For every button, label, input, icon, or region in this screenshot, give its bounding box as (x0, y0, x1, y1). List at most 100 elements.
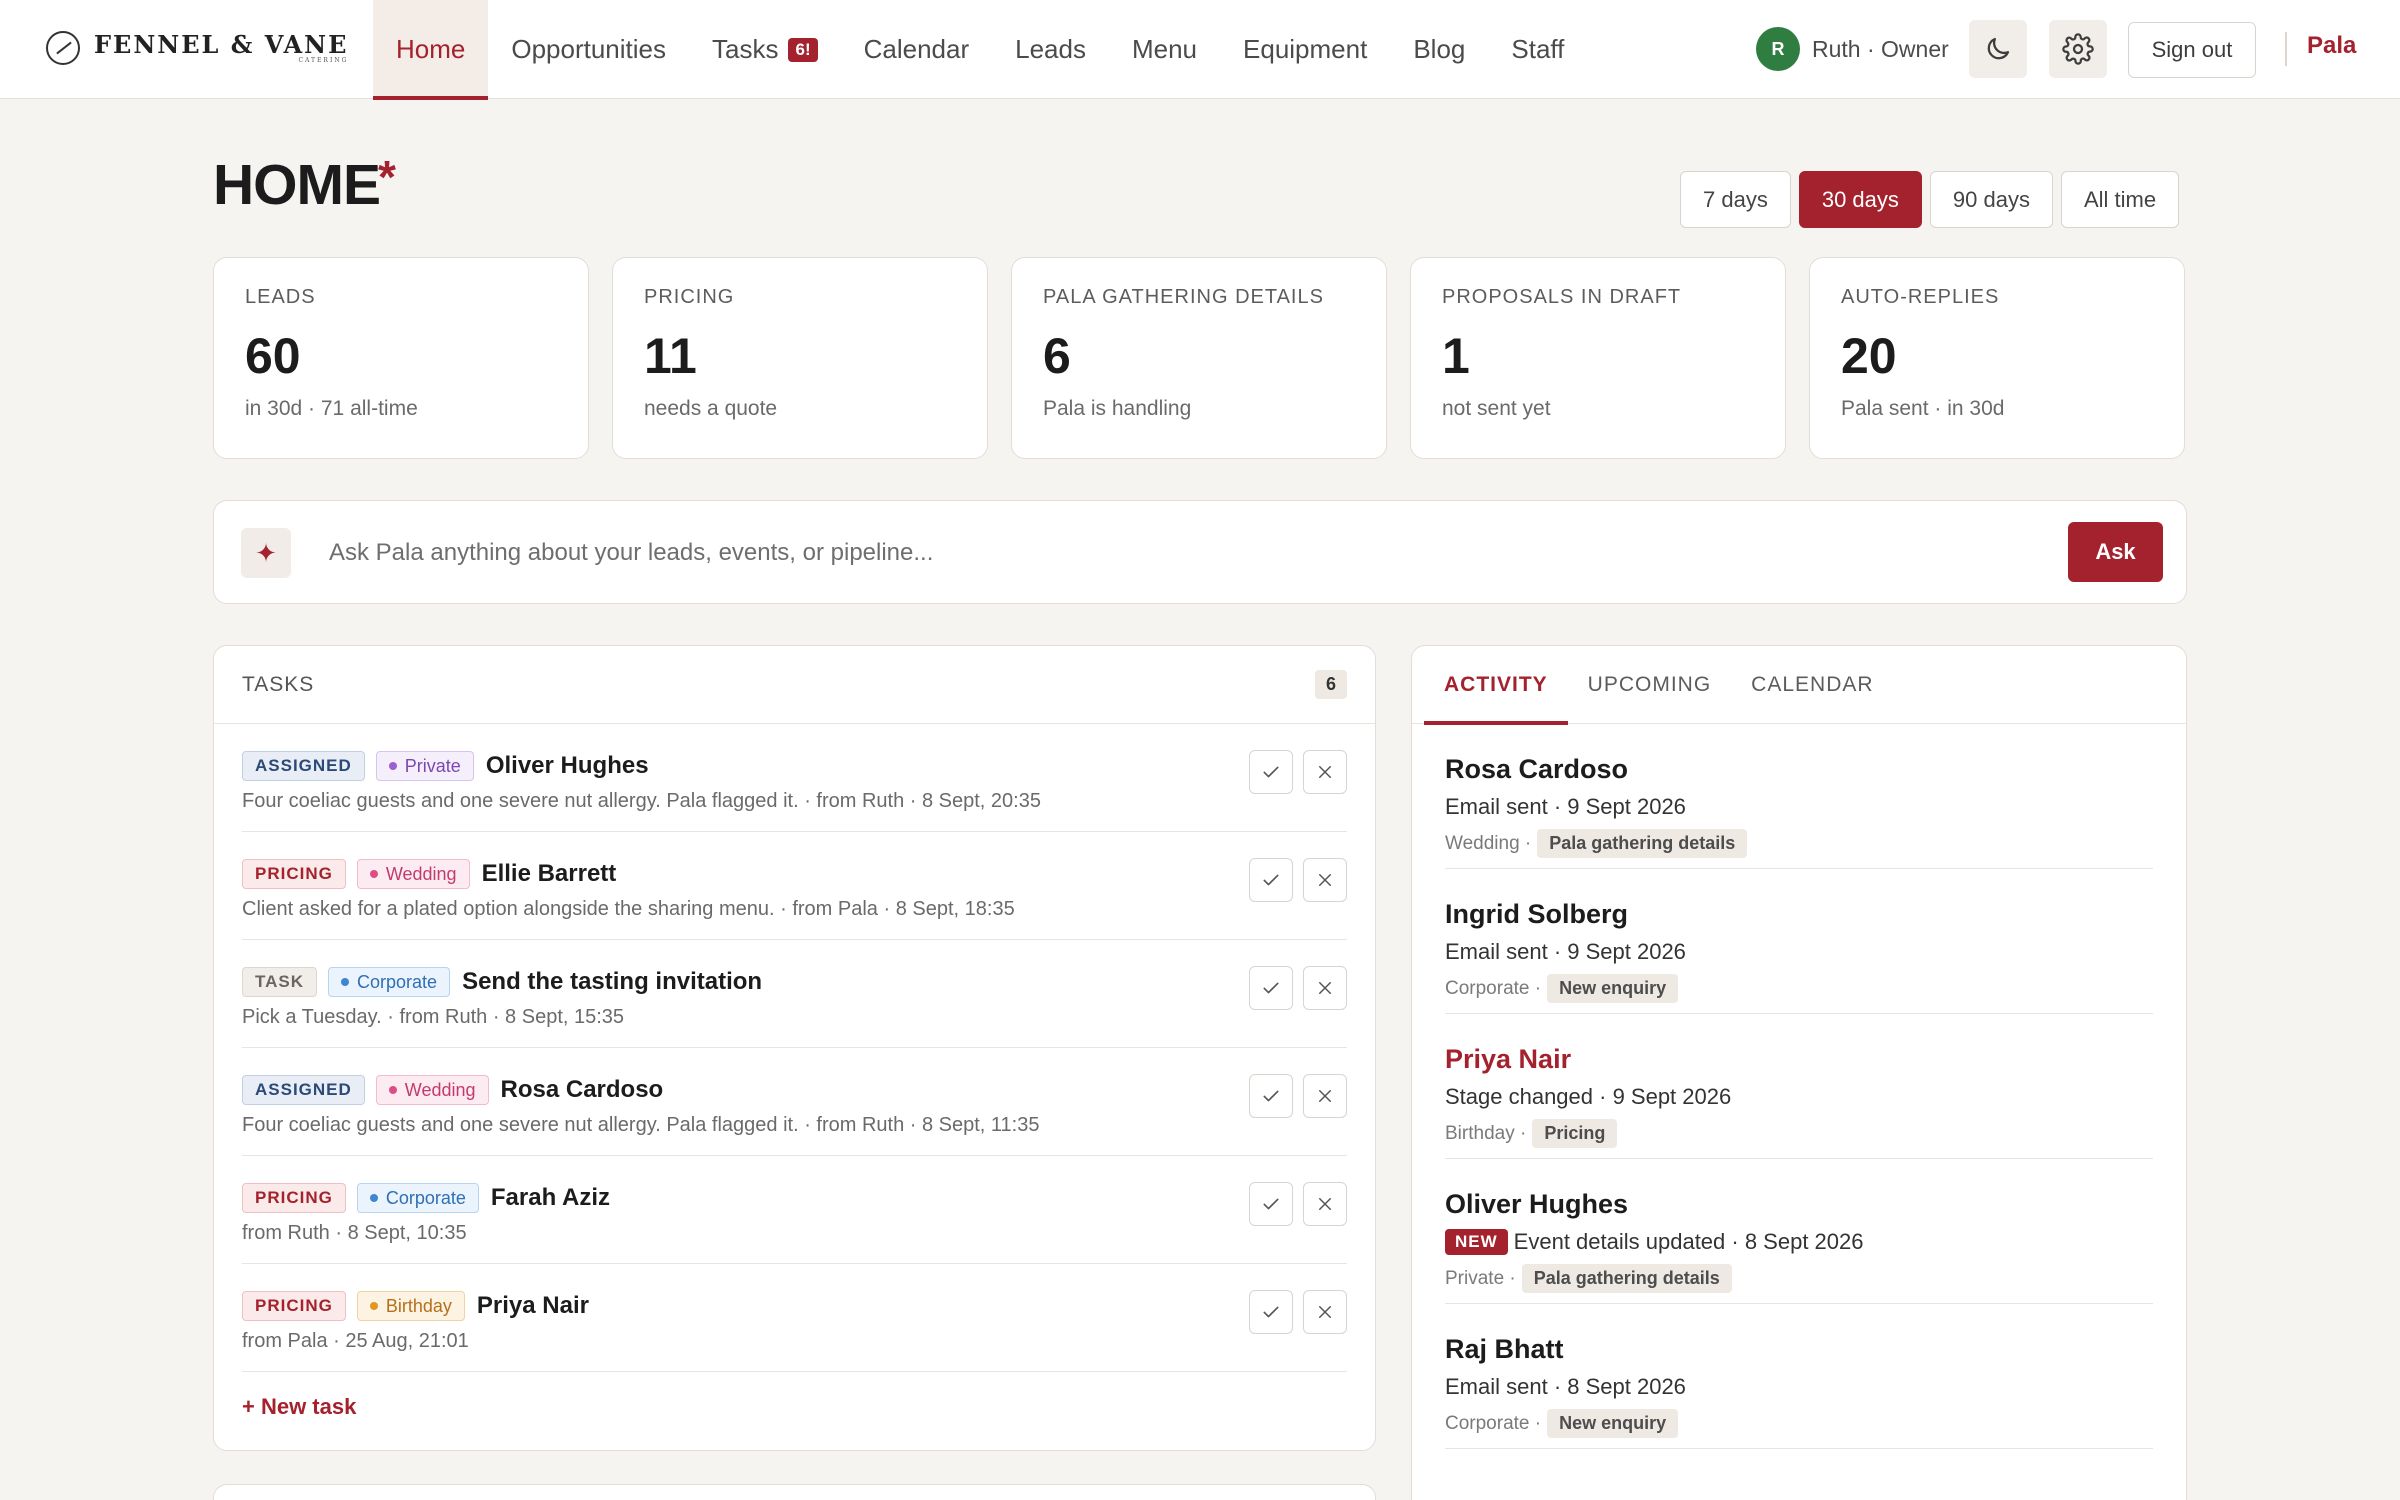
task-description: Client asked for a plated option alongsi… (242, 898, 1015, 920)
task-actions (1249, 750, 1347, 794)
stat-card-pala-gathering-details[interactable]: PALA GATHERING DETAILS 6 Pala is handling (1011, 257, 1387, 459)
nav-item-tasks[interactable]: Tasks 6! (689, 0, 841, 99)
pala-link[interactable]: Pala (2307, 32, 2356, 60)
tab-activity[interactable]: ACTIVITY (1424, 646, 1568, 725)
user-label: Ruth · Owner (1812, 35, 1949, 62)
nav-item-label: Equipment (1243, 34, 1368, 64)
range-button-30-days[interactable]: 30 days (1798, 171, 1922, 228)
complete-task-button[interactable] (1249, 1074, 1293, 1118)
activity-item[interactable]: Oliver Hughes NEW Event details updated · … (1445, 1159, 2153, 1304)
nav-item-label: Blog (1413, 34, 1466, 64)
close-icon (1319, 766, 1331, 778)
dismiss-task-button[interactable] (1303, 966, 1347, 1010)
complete-task-button[interactable] (1249, 966, 1293, 1010)
task-row[interactable]: ASSIGNED Wedding Rosa Cardoso Four coeliac … (242, 1048, 1347, 1156)
check-icon (1263, 982, 1279, 994)
complete-task-button[interactable] (1249, 858, 1293, 902)
stage-chip: New enquiry (1547, 1409, 1679, 1438)
task-name[interactable]: Rosa Cardoso (501, 1076, 664, 1104)
event-type-label: Wedding (404, 1080, 476, 1100)
task-row[interactable]: ASSIGNED Private Oliver Hughes Four coeliac… (242, 724, 1347, 832)
nav-item-menu[interactable]: Menu (1109, 0, 1220, 99)
range-button-7-days[interactable]: 7 days (1680, 171, 1791, 228)
activity-item[interactable]: Ingrid Solberg Email sent · 9 Sept 2026 Co… (1445, 869, 2153, 1014)
stat-card-proposals-in-draft[interactable]: PROPOSALS IN DRAFT 1 not sent yet (1410, 257, 1786, 459)
task-row[interactable]: PRICING Corporate Farah Aziz from Ruth · 8 … (242, 1156, 1347, 1264)
task-name[interactable]: Send the tasting invitation (462, 968, 762, 996)
activity-event-type: Wedding · (1445, 832, 1532, 854)
stat-value: 60 (245, 328, 301, 384)
activity-item[interactable]: Raj Bhatt Email sent · 8 Sept 2026 Corpora… (1445, 1304, 2153, 1449)
sign-out-button[interactable]: Sign out (2128, 22, 2256, 78)
event-type-tag: Corporate (328, 967, 451, 997)
event-type-label: Corporate (357, 972, 438, 992)
activity-event: Stage changed · 9 Sept 2026 (1445, 1084, 2153, 1110)
task-row[interactable]: PRICING Birthday Priya Nair from Pala · 25 … (242, 1264, 1347, 1372)
nav-item-calendar[interactable]: Calendar (841, 0, 993, 99)
event-type-tag: Wedding (375, 1075, 489, 1105)
ask-pala-input[interactable] (329, 527, 1479, 579)
nav-item-leads[interactable]: Leads (992, 0, 1109, 99)
activity-contact-name[interactable]: Oliver Hughes (1445, 1189, 2153, 1220)
activity-contact-name[interactable]: Raj Bhatt (1445, 1334, 2153, 1365)
stat-label: PROPOSALS IN DRAFT (1442, 286, 1682, 308)
tab-calendar[interactable]: CALENDAR (1731, 646, 1893, 724)
task-description: from Pala · 25 Aug, 21:01 (242, 1330, 469, 1352)
theme-toggle-button[interactable] (1969, 20, 2027, 78)
activity-meta: Private · Pala gathering details (1445, 1264, 2153, 1293)
task-name[interactable]: Farah Aziz (491, 1184, 610, 1212)
task-row[interactable]: TASK Corporate Send the tasting invitation… (242, 940, 1347, 1048)
dismiss-task-button[interactable] (1303, 858, 1347, 902)
stat-card-auto-replies[interactable]: AUTO-REPLIES 20 Pala sent · in 30d (1809, 257, 2185, 459)
nav-item-staff[interactable]: Staff (1488, 0, 1587, 99)
brand-mark-icon (46, 31, 80, 65)
range-button-all-time[interactable]: All time (2060, 171, 2180, 228)
complete-task-button[interactable] (1249, 1182, 1293, 1226)
tab-upcoming[interactable]: UPCOMING (1568, 646, 1732, 724)
activity-tabs: ACTIVITY UPCOMING CALENDAR (1412, 646, 2186, 725)
activity-event: NEW Event details updated · 8 Sept 2026 (1445, 1229, 2153, 1255)
dismiss-task-button[interactable] (1303, 1290, 1347, 1334)
stat-card-pricing[interactable]: PRICING 11 needs a quote (612, 257, 988, 459)
task-header-line: ASSIGNED Wedding Rosa Cardoso (242, 1074, 1347, 1106)
nav-item-equipment[interactable]: Equipment (1220, 0, 1390, 99)
new-badge: NEW (1445, 1229, 1508, 1255)
activity-event-text: Stage changed · 9 Sept 2026 (1445, 1084, 1732, 1109)
date-range-selector: 7 days 30 days 90 days All time (1680, 171, 2180, 228)
user-menu[interactable]: R Ruth · Owner (1756, 27, 1949, 71)
task-description: Four coeliac guests and one severe nut a… (242, 1114, 1040, 1136)
task-header-line: PRICING Birthday Priya Nair (242, 1290, 1347, 1322)
task-name[interactable]: Priya Nair (477, 1292, 589, 1320)
nav-item-home[interactable]: Home (373, 0, 489, 100)
complete-task-button[interactable] (1249, 1290, 1293, 1334)
brand-logo[interactable]: FENNEL & VANE CATERING (46, 28, 348, 68)
nav-item-opportunities[interactable]: Opportunities (488, 0, 689, 99)
dismiss-task-button[interactable] (1303, 750, 1347, 794)
task-name[interactable]: Oliver Hughes (486, 752, 649, 780)
activity-contact-name[interactable]: Priya Nair (1445, 1044, 2153, 1075)
activity-event-text: Email sent · 8 Sept 2026 (1445, 1374, 1686, 1399)
settings-button[interactable] (2049, 20, 2107, 78)
brand-name: FENNEL & VANE (94, 30, 349, 59)
complete-task-button[interactable] (1249, 750, 1293, 794)
task-name[interactable]: Ellie Barrett (482, 860, 617, 888)
activity-list: Rosa Cardoso Email sent · 9 Sept 2026 Wedd… (1412, 724, 2186, 1449)
new-task-button[interactable]: + New task (242, 1394, 356, 1420)
dismiss-task-button[interactable] (1303, 1182, 1347, 1226)
activity-contact-name[interactable]: Ingrid Solberg (1445, 899, 2153, 930)
activity-item[interactable]: Priya Nair Stage changed · 9 Sept 2026 Bir… (1445, 1014, 2153, 1159)
event-type-label: Birthday (385, 1296, 452, 1316)
ask-button[interactable]: Ask (2068, 522, 2163, 582)
task-row[interactable]: PRICING Wedding Ellie Barrett Client asked … (242, 832, 1347, 940)
nav-item-blog[interactable]: Blog (1390, 0, 1488, 99)
stat-subtext: Pala sent · in 30d (1841, 397, 2005, 420)
activity-item[interactable]: Rosa Cardoso Email sent · 9 Sept 2026 Wedd… (1445, 724, 2153, 869)
dismiss-task-button[interactable] (1303, 1074, 1347, 1118)
range-button-90-days[interactable]: 90 days (1929, 171, 2053, 228)
event-type-label: Wedding (385, 864, 457, 884)
task-actions (1249, 1182, 1347, 1226)
activity-contact-name[interactable]: Rosa Cardoso (1445, 754, 2153, 785)
tasks-panel: TASKS 6 ASSIGNED Private Oliver Hughes Four… (213, 645, 1376, 1451)
activity-event-type: Birthday · (1445, 1122, 1527, 1144)
stat-card-leads[interactable]: LEADS 60 in 30d · 71 all-time (213, 257, 589, 459)
